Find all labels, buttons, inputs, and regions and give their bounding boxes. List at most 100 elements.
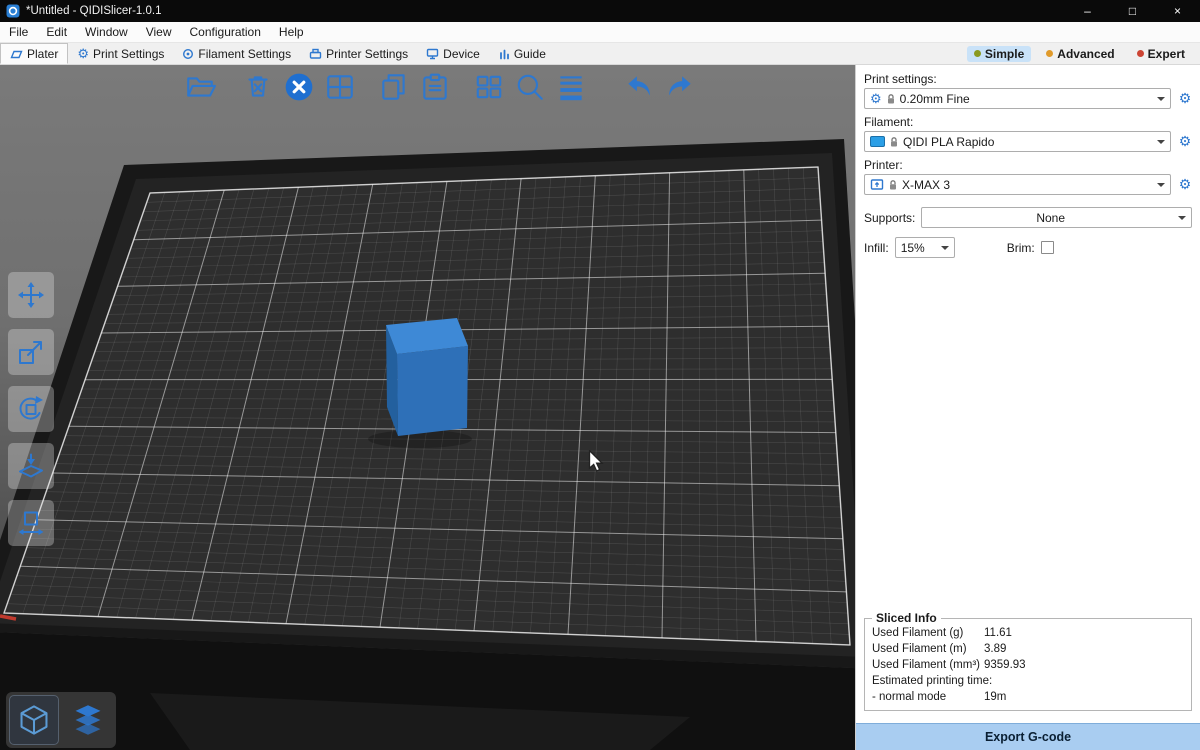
- mouse-cursor: [588, 450, 604, 475]
- chevron-down-icon: [1178, 216, 1186, 224]
- maximize-button[interactable]: □: [1110, 0, 1155, 22]
- printer-combo[interactable]: X-MAX 3: [864, 174, 1171, 195]
- mode-expert[interactable]: Expert: [1130, 46, 1192, 62]
- infill-value: 15%: [901, 241, 937, 255]
- variable-layer-height-icon: [555, 71, 587, 103]
- printer-label: Printer:: [864, 158, 1192, 172]
- copy-icon: [378, 71, 410, 103]
- tab-printer-settings[interactable]: Printer Settings: [300, 43, 417, 64]
- paste-icon: [419, 71, 451, 103]
- sidebar: Print settings: ⚙ 0.20mm Fine ⚙ Filament…: [855, 65, 1200, 750]
- folder-open-icon: [184, 71, 216, 103]
- tab-guide-label: Guide: [514, 47, 546, 61]
- measure-tool-button[interactable]: [8, 500, 54, 546]
- filament-icon: [182, 48, 194, 60]
- delete-all-button[interactable]: [281, 69, 317, 105]
- arrange-icon: [324, 71, 356, 103]
- menu-item-configuration[interactable]: Configuration: [181, 22, 270, 42]
- supports-value: None: [927, 211, 1174, 225]
- menu-item-edit[interactable]: Edit: [37, 22, 76, 42]
- viewport-3d[interactable]: [0, 65, 855, 750]
- tab-device-label: Device: [443, 47, 480, 61]
- filament-combo[interactable]: QIDI PLA Rapido: [864, 131, 1171, 152]
- filament-label: Filament:: [864, 115, 1192, 129]
- sliced-info-row-label: - normal mode: [872, 691, 984, 703]
- menu-item-window[interactable]: Window: [76, 22, 137, 42]
- lock-icon: [889, 136, 899, 148]
- brim-checkbox[interactable]: [1041, 241, 1054, 254]
- move-tool-button[interactable]: [8, 272, 54, 318]
- model-cube[interactable]: [386, 318, 468, 436]
- redo-icon: [664, 71, 696, 103]
- paste-button[interactable]: [417, 69, 453, 105]
- tab-filament-settings[interactable]: Filament Settings: [173, 43, 300, 64]
- sliced-info-title: Sliced Info: [872, 611, 941, 625]
- copy-button[interactable]: [376, 69, 412, 105]
- infill-label: Infill:: [864, 241, 889, 255]
- mode-switcher: Simple Advanced Expert: [967, 43, 1200, 64]
- preview-view-button[interactable]: [63, 695, 113, 745]
- printer-gear-button[interactable]: ⚙: [1174, 176, 1196, 193]
- chevron-down-icon: [1157, 97, 1165, 105]
- filament-value: QIDI PLA Rapido: [903, 135, 1153, 149]
- tab-print-settings-label: Print Settings: [93, 47, 164, 61]
- rotate-icon: [16, 394, 46, 424]
- menu-item-help[interactable]: Help: [270, 22, 313, 42]
- chevron-down-icon: [941, 246, 949, 254]
- arrange-button[interactable]: [322, 69, 358, 105]
- infill-combo[interactable]: 15%: [895, 237, 955, 258]
- redo-button[interactable]: [662, 69, 698, 105]
- sliced-info-row-value: 19m: [984, 691, 1184, 703]
- rotate-tool-button[interactable]: [8, 386, 54, 432]
- open-button[interactable]: [182, 69, 218, 105]
- sliced-info-row-label: Estimated printing time:: [872, 675, 984, 687]
- split-button[interactable]: [471, 69, 507, 105]
- undo-button[interactable]: [621, 69, 657, 105]
- minimize-button[interactable]: –: [1065, 0, 1110, 22]
- close-button[interactable]: ×: [1155, 0, 1200, 22]
- sliced-info-row-value: 3.89: [984, 643, 1184, 655]
- print-settings-gear-button[interactable]: ⚙: [1174, 90, 1196, 107]
- measure-icon: [16, 508, 46, 538]
- tab-device[interactable]: Device: [417, 43, 489, 64]
- menu-item-view[interactable]: View: [137, 22, 181, 42]
- layer-height-button[interactable]: [553, 69, 589, 105]
- undo-icon: [623, 71, 655, 103]
- search-button[interactable]: [512, 69, 548, 105]
- filament-gear-button[interactable]: ⚙: [1174, 133, 1196, 150]
- printer-value: X-MAX 3: [902, 178, 1153, 192]
- mode-simple-label: Simple: [985, 47, 1024, 61]
- tab-print-settings[interactable]: ⚙ Print Settings: [68, 43, 173, 64]
- place-on-face-icon: [16, 451, 46, 481]
- flatten-tool-button[interactable]: [8, 443, 54, 489]
- sliced-info-row-label: Used Filament (g): [872, 627, 984, 639]
- chevron-down-icon: [1157, 183, 1165, 191]
- sliced-info-row-value: 9359.93: [984, 659, 1184, 671]
- export-gcode-button[interactable]: Export G-code: [856, 723, 1200, 750]
- sliced-info-row-label: Used Filament (mm³): [872, 659, 984, 671]
- delete-button[interactable]: [240, 69, 276, 105]
- trash-icon: [242, 71, 274, 103]
- device-monitor-icon: [426, 48, 439, 60]
- tab-filament-settings-label: Filament Settings: [198, 47, 291, 61]
- mode-advanced[interactable]: Advanced: [1039, 46, 1121, 62]
- sliced-info-panel: Sliced Info Used Filament (g) 11.61 Used…: [864, 611, 1192, 711]
- scale-tool-button[interactable]: [8, 329, 54, 375]
- plater-icon: [10, 48, 23, 59]
- advanced-mode-dot-icon: [1046, 50, 1053, 57]
- mode-expert-label: Expert: [1148, 47, 1185, 61]
- supports-combo[interactable]: None: [921, 207, 1192, 228]
- printer-icon: [309, 48, 322, 60]
- move-icon: [16, 280, 46, 310]
- gear-icon: ⚙: [870, 92, 882, 105]
- print-settings-combo[interactable]: ⚙ 0.20mm Fine: [864, 88, 1171, 109]
- tab-plater[interactable]: Plater: [0, 43, 68, 64]
- view-switch-bar: [6, 692, 116, 748]
- tab-guide[interactable]: Guide: [489, 43, 555, 64]
- menu-item-file[interactable]: File: [0, 22, 37, 42]
- print-settings-value: 0.20mm Fine: [900, 92, 1153, 106]
- mode-simple[interactable]: Simple: [967, 46, 1031, 62]
- filament-color-swatch: [870, 136, 885, 147]
- editor-view-button[interactable]: [9, 695, 59, 745]
- scale-icon: [16, 337, 46, 367]
